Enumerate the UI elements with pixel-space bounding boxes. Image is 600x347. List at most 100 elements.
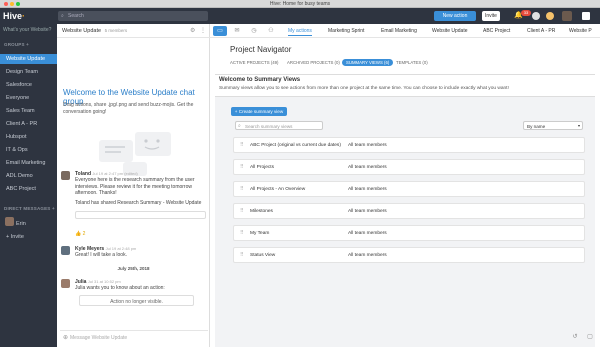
sidebar-group-everyone[interactable]: Everyone <box>0 93 57 103</box>
user-badge-icon[interactable] <box>546 12 554 20</box>
message-composer-input[interactable]: ⊕ Message Website Update <box>60 330 208 343</box>
drag-handle-icon[interactable]: ⠿ <box>240 186 244 192</box>
tab-email-marketing[interactable]: Email Marketing <box>381 28 417 34</box>
summary-view-members: All team members <box>348 164 387 170</box>
dm-user-erin[interactable]: Erin <box>10 219 57 229</box>
message-text: Everyone here is the research summary fr… <box>75 177 195 196</box>
message-author[interactable]: Kyle Meyers <box>75 246 104 252</box>
message-author[interactable]: Toland <box>75 171 91 177</box>
subtab-archived-projects[interactable]: ARCHIVED PROJECTS (0) <box>287 60 340 65</box>
sidebar-group-salesforce[interactable]: Salesforce <box>0 80 57 90</box>
new-action-button[interactable]: New action <box>434 11 476 21</box>
drag-handle-icon[interactable]: ⠿ <box>240 142 244 148</box>
summary-view-members: All team members <box>348 230 387 236</box>
summary-views-panel: Welcome to Summary Views Summary views a… <box>215 74 595 347</box>
tab-marketing-sprint[interactable]: Marketing Sprint <box>328 28 364 34</box>
tab-my-actions[interactable]: My actions <box>288 28 312 36</box>
summary-view-row[interactable]: ⠿ Milestones All team members <box>233 203 585 219</box>
sidebar-group-sales-team[interactable]: Sales Team <box>0 106 57 116</box>
attach-plus-icon[interactable]: ⊕ <box>63 334 68 341</box>
thumbs-up-reaction[interactable]: 👍 2 <box>75 231 85 237</box>
drag-handle-icon[interactable]: ⠿ <box>240 230 244 236</box>
sidebar-group-design-team[interactable]: Design Team <box>0 67 57 77</box>
subtab-templates[interactable]: TEMPLATES (0) <box>396 60 428 65</box>
summary-views-title: Welcome to Summary Views <box>219 77 301 83</box>
drag-handle-icon[interactable]: ⠿ <box>240 164 244 170</box>
history-icon[interactable]: ↺ <box>570 333 580 343</box>
shared-attachment-card[interactable] <box>75 211 206 220</box>
sidebar-group-hubspot[interactable]: Hubspot <box>0 132 57 142</box>
message-author[interactable]: Julia <box>75 279 86 285</box>
no-longer-visible-action-card: Action no longer visible. <box>79 295 194 306</box>
message-time: Jul 31 at 10:52 pm <box>87 279 121 284</box>
create-summary-view-button[interactable]: + Create summary view <box>231 107 287 116</box>
groups-header[interactable]: GROUPS + <box>4 42 29 47</box>
summary-view-name[interactable]: ABC Project (original vs current due dat… <box>250 143 341 148</box>
sidebar-group-it-ops[interactable]: IT & Ops <box>0 145 57 155</box>
summary-views-header: Welcome to Summary Views Summary views a… <box>215 75 595 97</box>
sort-select[interactable]: By name ▾ <box>523 121 583 130</box>
folder-view-icon[interactable]: ▭ <box>213 26 227 36</box>
window-title: Hive: Home for busy teams <box>269 1 331 7</box>
chat-more-icon[interactable]: ⋮ <box>200 27 206 34</box>
apps-menu-icon[interactable] <box>582 12 590 20</box>
chat-header: Website Update 5 members ⚙ ⋮ <box>57 24 210 38</box>
summary-view-members: All team members <box>348 208 387 214</box>
summary-view-row[interactable]: ⠿ Status View All team members <box>233 247 585 263</box>
summary-view-row[interactable]: ⠿ ABC Project (original vs current due d… <box>233 137 585 153</box>
message-text: Julia wants you to know about an action: <box>75 285 165 292</box>
user-avatar[interactable] <box>562 11 572 21</box>
subtab-summary-views[interactable]: SUMMARY VIEWS (6) <box>342 59 394 66</box>
chat-panel: Website Update 5 members ⚙ ⋮ Welcome to … <box>57 24 210 347</box>
chat-settings-icon[interactable]: ⚙ <box>190 27 195 34</box>
tab-website-p[interactable]: Website P <box>569 28 592 34</box>
main-content: ▭ ✉ ◷ ⚇ My actions Marketing Sprint Emai… <box>210 24 600 347</box>
sidebar-group-email-marketing[interactable]: Email Marketing <box>0 158 57 168</box>
chat-message: Julia Jul 31 at 10:52 pm Julia wants you… <box>61 279 206 292</box>
direct-messages-header[interactable]: DIRECT MESSAGES + <box>4 206 55 211</box>
tab-abc-project[interactable]: ABC Project <box>483 28 510 34</box>
page-title: Project Navigator <box>230 45 292 54</box>
summary-view-name[interactable]: All Projects <box>250 165 274 170</box>
tab-client-a-pr[interactable]: Client A - PR <box>527 28 555 34</box>
drag-handle-icon[interactable]: ⠿ <box>240 208 244 214</box>
chat-member-count[interactable]: 5 members <box>105 28 128 33</box>
notification-count-badge: 33 <box>521 10 531 16</box>
summary-view-name[interactable]: All Projects - An Overview <box>250 187 305 192</box>
summary-view-row[interactable]: ⠿ My Team All team members <box>233 225 585 241</box>
summary-views-description: Summary views allow you to see actions f… <box>219 86 509 91</box>
project-tabs-bar: ▭ ✉ ◷ ⚇ My actions Marketing Sprint Emai… <box>210 24 600 38</box>
timer-icon[interactable] <box>532 12 540 20</box>
drag-handle-icon[interactable]: ⠿ <box>240 252 244 258</box>
search-icon: ⌕ <box>238 123 241 129</box>
notes-icon[interactable]: ▢ <box>585 333 595 343</box>
summary-view-members: All team members <box>348 252 387 258</box>
sidebar-group-website-update[interactable]: Website Update <box>0 54 57 64</box>
summary-view-name[interactable]: Status View <box>250 253 275 258</box>
summary-view-name[interactable]: My Team <box>250 231 269 236</box>
chat-message: Kyle Meyers Jul 19 at 2:48 pm Great! I w… <box>61 246 206 259</box>
invite-button[interactable]: Invite <box>482 11 500 21</box>
global-search-input[interactable]: ⌕ Search <box>58 11 208 21</box>
sidebar-invite-link[interactable]: + Invite <box>0 232 57 242</box>
sidebar-group-client-a-pr[interactable]: Client A - PR <box>0 119 57 129</box>
avatar <box>61 171 70 180</box>
window-titlebar: Hive: Home for busy teams <box>0 0 600 8</box>
search-icon: ⌕ <box>61 13 64 19</box>
sidebar-group-abc-project[interactable]: ABC Project <box>0 184 57 194</box>
summary-view-members: All team members <box>348 142 387 148</box>
clock-view-icon[interactable]: ◷ <box>247 26 261 36</box>
summary-view-members: All team members <box>348 186 387 192</box>
summary-view-name[interactable]: Milestones <box>250 209 273 214</box>
sidebar-group-adl-demo[interactable]: ADL Demo <box>0 171 57 181</box>
workspace-selector[interactable]: What's your Website? <box>3 27 55 35</box>
tab-website-update[interactable]: Website Update <box>432 28 467 34</box>
team-view-icon[interactable]: ⚇ <box>264 26 278 36</box>
subtab-active-projects[interactable]: ACTIVE PROJECTS (49) <box>230 60 278 65</box>
summary-views-search-input[interactable]: ⌕ Search summary views <box>235 121 323 130</box>
message-share-text: Toland has shared Research Summary - Web… <box>75 200 202 207</box>
summary-view-row[interactable]: ⠿ All Projects All team members <box>233 159 585 175</box>
summary-view-row[interactable]: ⠿ All Projects - An Overview All team me… <box>233 181 585 197</box>
inbox-view-icon[interactable]: ✉ <box>230 26 244 36</box>
hive-logo[interactable]: Hive· <box>3 11 25 21</box>
